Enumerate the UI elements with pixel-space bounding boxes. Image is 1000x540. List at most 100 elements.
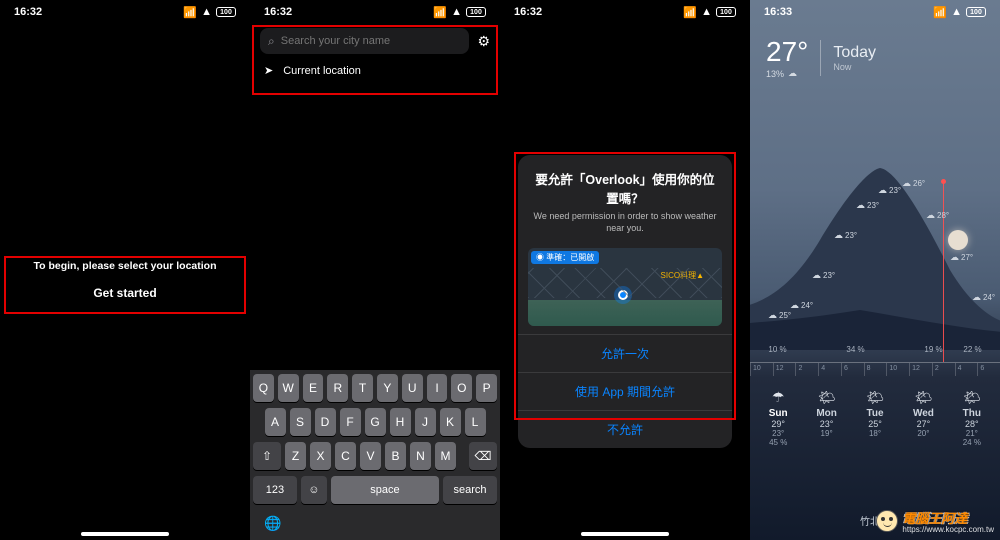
forecast-lo: 21° [948,429,996,438]
humidity-pct: 10 % [758,345,797,354]
key-H[interactable]: H [390,408,411,436]
curve-temp: ☁23° [834,230,857,241]
signal-icon: 📶 [183,6,197,19]
hour-tick: 4 [818,363,841,376]
curve-temp: ☁25° [768,310,791,321]
key-row-1: QWERTYUIOP [253,374,497,402]
battery-icon: 100 [216,7,236,17]
globe-icon[interactable]: 🌐 [264,515,281,532]
now-label: Now [833,62,876,72]
forecast-day[interactable]: ☂Sun29°23°45 % [754,388,802,447]
today-label: Today [833,44,876,62]
home-indicator[interactable] [581,532,669,536]
divider [820,40,821,76]
humidity-pct: 22 % [953,345,992,354]
now-indicator-line [943,182,944,362]
humidity-value: 13% [766,69,784,79]
forecast-hi: 25° [851,419,899,429]
forecast-hi: 23° [802,419,850,429]
key-U[interactable]: U [402,374,423,402]
key-O[interactable]: O [451,374,472,402]
key-Y[interactable]: Y [377,374,398,402]
hour-tick: 2 [932,363,955,376]
key-B[interactable]: B [385,442,406,470]
key-J[interactable]: J [415,408,436,436]
wifi-icon: ▲ [951,6,962,18]
hour-tick: 6 [977,363,1000,376]
key-S[interactable]: S [290,408,311,436]
key-R[interactable]: R [327,374,348,402]
delete-key[interactable]: ⌫ [469,442,497,470]
key-P[interactable]: P [476,374,497,402]
key-row-3-letters: ZXCVBNM [285,442,465,470]
highlight-box [4,256,246,314]
key-D[interactable]: D [315,408,336,436]
status-bar: 16:32 📶 ▲ 100 [0,0,250,22]
key-E[interactable]: E [303,374,324,402]
curve-temp: ☁26° [902,178,925,189]
key-F[interactable]: F [340,408,361,436]
key-Z[interactable]: Z [285,442,306,470]
key-row-2: ASDFGHJKL [253,408,497,436]
curve-temp: ☁27° [950,252,973,263]
forecast-icon: ☂ [754,388,802,406]
wifi-icon: ▲ [451,6,462,18]
forecast-hi: 27° [899,419,947,429]
forecast-row: ☂Sun29°23°45 %🌤Mon23°19°🌤Tue25°18°🌤Wed27… [750,388,1000,447]
humidity-pct [797,345,836,354]
status-time: 16:33 [764,6,792,18]
curve-temp: ☁24° [790,300,813,311]
status-icons: 📶 ▲ 100 [933,6,986,19]
key-V[interactable]: V [360,442,381,470]
key-C[interactable]: C [335,442,356,470]
status-time: 16:32 [514,6,542,18]
key-T[interactable]: T [352,374,373,402]
humidity-pct [875,345,914,354]
key-M[interactable]: M [435,442,456,470]
watermark-face-icon [876,510,898,532]
status-time: 16:32 [264,6,292,18]
forecast-icon: 🌤 [802,388,850,406]
key-I[interactable]: I [427,374,448,402]
weather-header: 27° 13% ☁ Today Now [750,22,1000,83]
key-K[interactable]: K [440,408,461,436]
forecast-dayname: Thu [948,408,996,419]
signal-icon: 📶 [933,6,947,19]
wifi-icon: ▲ [201,6,212,18]
emoji-key[interactable]: ☺ [301,476,327,504]
watermark-url: https://www.kocpc.com.tw [902,525,994,534]
space-key[interactable]: space [331,476,439,504]
numbers-key[interactable]: 123 [253,476,297,504]
status-time: 16:32 [14,6,42,18]
watermark-brand: 電腦王阿達 [902,511,967,526]
highlight-box [514,152,736,420]
home-indicator[interactable] [81,532,169,536]
forecast-precip: 24 % [948,438,996,447]
key-Q[interactable]: Q [253,374,274,402]
hour-ruler: 101224681012246 [750,362,1000,376]
forecast-precip: 45 % [754,438,802,447]
status-icons: 📶 ▲ 100 [433,6,486,19]
key-W[interactable]: W [278,374,299,402]
key-N[interactable]: N [410,442,431,470]
keyboard: QWERTYUIOP ASDFGHJKL ⇧ ZXCVBNM ⌫ 123 ☺ s… [250,370,500,540]
key-A[interactable]: A [265,408,286,436]
key-X[interactable]: X [310,442,331,470]
forecast-day[interactable]: 🌤Tue25°18° [851,388,899,447]
forecast-lo: 20° [899,429,947,438]
key-G[interactable]: G [365,408,386,436]
screen-permission: 16:32 📶 ▲ 100 要允許「Overlook」使用你的位置嗎？ We n… [500,0,750,540]
battery-icon: 100 [466,7,486,17]
search-key[interactable]: search [443,476,497,504]
battery-icon: 100 [716,7,736,17]
forecast-hi: 29° [754,419,802,429]
forecast-day[interactable]: 🌤Mon23°19° [802,388,850,447]
battery-icon: 100 [966,7,986,17]
curve-temp: ☁23° [812,270,835,281]
hour-tick: 12 [909,363,932,376]
forecast-day[interactable]: 🌤Thu28°21°24 % [948,388,996,447]
watermark: 電腦王阿達 https://www.kocpc.com.tw [876,508,994,534]
shift-key[interactable]: ⇧ [253,442,281,470]
key-L[interactable]: L [465,408,486,436]
forecast-day[interactable]: 🌤Wed27°20° [899,388,947,447]
